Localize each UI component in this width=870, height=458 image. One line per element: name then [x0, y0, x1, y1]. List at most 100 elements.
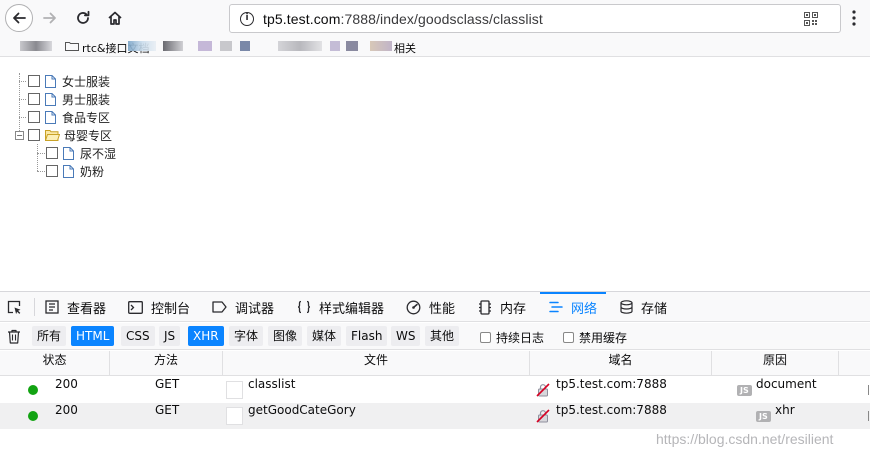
tab-label: 控制台: [151, 301, 191, 317]
filter-other-button[interactable]: 其他: [425, 326, 460, 346]
tree-checkbox[interactable]: [46, 147, 58, 159]
filter-fonts-button[interactable]: 字体: [229, 326, 264, 346]
tab-console[interactable]: 控制台: [128, 292, 190, 322]
tree-node-label[interactable]: 食品专区: [62, 109, 110, 126]
tree-node[interactable]: 食品专区: [28, 108, 110, 126]
file-icon: [45, 74, 56, 88]
tree-checkbox[interactable]: [46, 165, 58, 177]
column-cause[interactable]: 原因: [712, 351, 839, 376]
url-bar[interactable]: i tp5.test.com:7888/index/goodsclass/cla…: [229, 4, 841, 33]
file-icon: [63, 146, 74, 160]
tree-checkbox[interactable]: [28, 111, 40, 123]
tab-storage[interactable]: 存储: [620, 292, 667, 322]
home-icon: [108, 11, 122, 25]
column-domain[interactable]: 域名: [530, 351, 712, 376]
tree-connector: [19, 99, 26, 100]
tab-network[interactable]: 网络: [539, 292, 607, 322]
tree-node-label[interactable]: 奶粉: [80, 163, 104, 180]
file-icon: [45, 110, 56, 124]
forward-button[interactable]: [36, 4, 64, 32]
blurred-bookmark: [346, 41, 358, 51]
arrow-left-icon: [13, 12, 26, 24]
tree-connector: [19, 73, 20, 135]
checkbox-box[interactable]: [563, 332, 574, 343]
requests-table-header: 状态 方法 文件 域名 原因: [0, 351, 870, 376]
persist-logs-checkbox[interactable]: 持续日志: [480, 329, 544, 346]
tree-node[interactable]: 男士服装: [28, 90, 110, 108]
blurred-bookmark: [198, 41, 212, 51]
url-host: tp5.test.com: [263, 11, 341, 27]
filter-images-button[interactable]: 图像: [268, 326, 303, 346]
table-row[interactable]: 200 GET getGoodCateGory tp5.test.com:788…: [0, 403, 870, 429]
blurred-bookmark: [220, 41, 232, 51]
tab-style-editor[interactable]: 样式编辑器: [297, 292, 384, 322]
tab-label: 内存: [500, 301, 527, 317]
tree-node-label[interactable]: 男士服装: [62, 91, 110, 108]
back-button[interactable]: [5, 4, 33, 32]
filter-css-button[interactable]: CSS: [121, 326, 155, 346]
url-path: :7888/index/goodsclass/classlist: [340, 11, 543, 27]
more-menu-icon[interactable]: [846, 8, 862, 28]
blurred-bookmark: [240, 41, 250, 51]
tree-checkbox[interactable]: [28, 93, 40, 105]
checkbox-box[interactable]: [480, 332, 491, 343]
bookmarks-bar: rtc&接口文档 相关: [0, 37, 870, 57]
tab-label: 网络: [571, 301, 598, 317]
row-cause: document: [756, 377, 817, 391]
qr-code-icon[interactable]: [804, 12, 818, 26]
debugger-icon: [212, 301, 227, 313]
tab-memory[interactable]: 内存: [478, 292, 526, 322]
trash-icon[interactable]: [7, 329, 21, 344]
filter-js-button[interactable]: JS: [159, 326, 181, 346]
column-method[interactable]: 方法: [110, 351, 223, 376]
tree-node[interactable]: 女士服装: [28, 72, 110, 90]
memory-icon: [479, 299, 491, 315]
tree-node-label[interactable]: 女士服装: [62, 73, 110, 90]
tree-node[interactable]: 母婴专区: [28, 126, 112, 144]
arrow-right-icon: [43, 12, 56, 24]
tree-checkbox[interactable]: [28, 129, 40, 141]
tab-performance[interactable]: 性能: [406, 292, 455, 322]
tab-debugger[interactable]: 调试器: [212, 292, 274, 322]
storage-icon: [620, 300, 633, 314]
file-thumbnail: [226, 381, 243, 399]
row-file: getGoodCateGory: [248, 403, 356, 417]
blurred-bookmark[interactable]: [163, 41, 183, 51]
tree-connector: [37, 144, 38, 171]
filter-flash-button[interactable]: Flash: [346, 326, 388, 346]
filter-ws-button[interactable]: WS: [391, 326, 421, 346]
style-editor-icon: [297, 300, 311, 314]
watermark-text: https://blog.csdn.net/resilient: [656, 431, 834, 447]
filter-all-button[interactable]: 所有: [32, 326, 67, 346]
filter-html-button[interactable]: HTML: [71, 326, 115, 346]
tree-checkbox[interactable]: [28, 75, 40, 87]
insecure-lock-icon: [536, 383, 550, 397]
browser-toolbar: i tp5.test.com:7888/index/goodsclass/cla…: [0, 0, 870, 37]
disable-cache-checkbox[interactable]: 禁用缓存: [563, 329, 627, 346]
url-text[interactable]: tp5.test.com:7888/index/goodsclass/class…: [263, 11, 543, 27]
reload-button[interactable]: [69, 4, 97, 32]
pick-element-icon[interactable]: [7, 300, 22, 315]
blurred-bookmark: [330, 41, 340, 51]
home-button[interactable]: [101, 4, 129, 32]
tree-node-label[interactable]: 母婴专区: [64, 127, 112, 144]
filter-media-button[interactable]: 媒体: [307, 326, 342, 346]
collapse-toggle[interactable]: −: [15, 131, 24, 140]
file-thumbnail: [226, 407, 243, 425]
table-row[interactable]: 200 GET classlist tp5.test.com:7888 JS d…: [0, 377, 870, 403]
column-status[interactable]: 状态: [0, 351, 110, 376]
category-tree: − 女士服装 男士服装 食品专区 母婴专区 尿不湿 奶粉: [0, 60, 870, 290]
tree-node-label[interactable]: 尿不湿: [80, 145, 116, 162]
filter-xhr-button[interactable]: XHR: [188, 326, 224, 346]
blurred-bookmark[interactable]: [278, 41, 322, 51]
tab-inspector[interactable]: 查看器: [45, 292, 106, 322]
site-info-icon[interactable]: i: [240, 12, 254, 26]
file-icon: [63, 164, 74, 178]
tree-node[interactable]: 奶粉: [46, 162, 104, 180]
tree-node[interactable]: 尿不湿: [46, 144, 116, 162]
truncated-column-edge: [868, 385, 869, 395]
blurred-bookmark[interactable]: [20, 41, 52, 51]
bookmark-label[interactable]: 相关: [394, 40, 416, 56]
column-file[interactable]: 文件: [223, 351, 530, 376]
tab-label: 样式编辑器: [319, 301, 385, 317]
